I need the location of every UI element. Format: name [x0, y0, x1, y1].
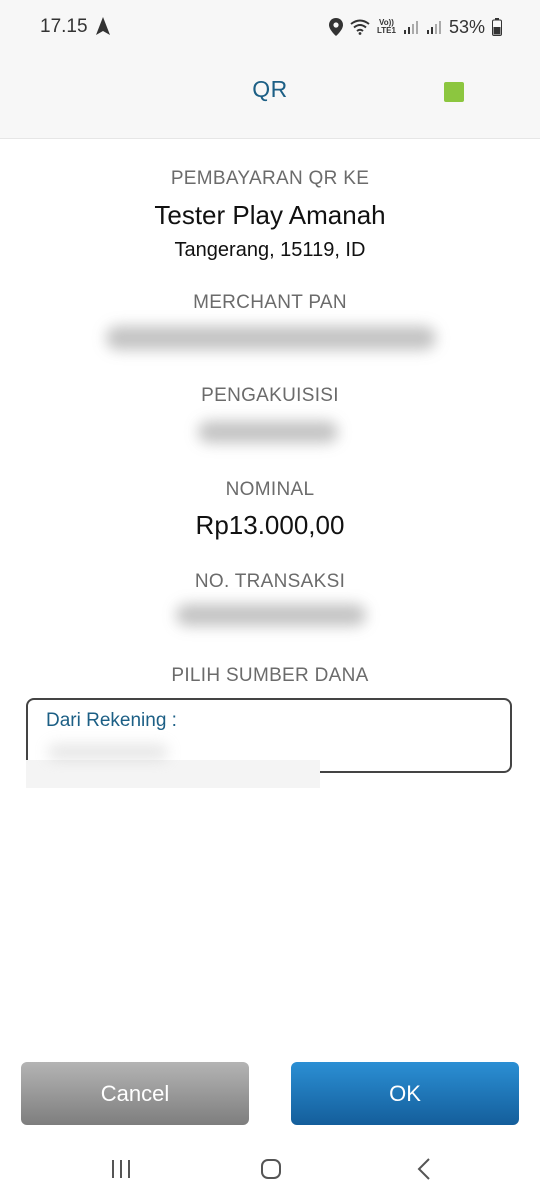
system-nav-bar — [0, 1140, 540, 1200]
transaction-number-redacted — [176, 604, 366, 626]
battery-icon — [492, 18, 502, 36]
source-account-redacted — [48, 744, 168, 760]
acquirer-redacted — [198, 421, 338, 443]
home-button[interactable] — [251, 1154, 291, 1184]
acquirer-label: PENGAKUISISI — [201, 385, 339, 406]
lte-indicator: Vo)) LTE1 — [377, 19, 396, 35]
status-time: 17.15 — [40, 16, 88, 37]
navigation-arrow-icon — [96, 17, 110, 35]
source-account-label: Dari Rekening : — [46, 710, 177, 731]
recent-apps-button[interactable] — [101, 1154, 141, 1184]
lte-bottom-text: LTE1 — [377, 26, 396, 35]
status-bar: 17.15 Vo)) LTE1 53% — [0, 0, 540, 54]
back-icon — [417, 1158, 430, 1180]
merchant-pan-redacted — [106, 326, 436, 350]
wifi-icon — [350, 19, 370, 35]
ok-button[interactable]: OK — [291, 1062, 519, 1125]
merchant-pan-label: MERCHANT PAN — [193, 292, 347, 313]
header-status-indicator — [444, 82, 464, 102]
location-pin-icon — [329, 18, 343, 36]
source-of-funds-label: PILIH SUMBER DANA — [171, 665, 369, 686]
status-icons: Vo)) LTE1 53% — [329, 15, 502, 39]
amount-label: NOMINAL — [225, 479, 315, 500]
signal-icon — [403, 21, 418, 34]
merchant-name: Tester Play Amanah — [154, 200, 386, 230]
cancel-button[interactable]: Cancel — [21, 1062, 249, 1125]
battery-percent: 53% — [448, 16, 485, 37]
transaction-number-label: NO. TRANSAKSI — [194, 571, 346, 592]
payment-to-label: PEMBAYARAN QR KE — [170, 168, 370, 189]
recent-apps-icon — [112, 1160, 130, 1178]
app-header: QR — [0, 54, 540, 139]
merchant-location: Tangerang, 15119, ID — [174, 239, 366, 261]
source-account-mask — [26, 760, 320, 788]
amount-value: Rp13.000,00 — [195, 510, 345, 540]
back-button[interactable] — [404, 1154, 444, 1184]
signal-icon-2 — [426, 21, 441, 34]
home-icon — [261, 1159, 281, 1179]
